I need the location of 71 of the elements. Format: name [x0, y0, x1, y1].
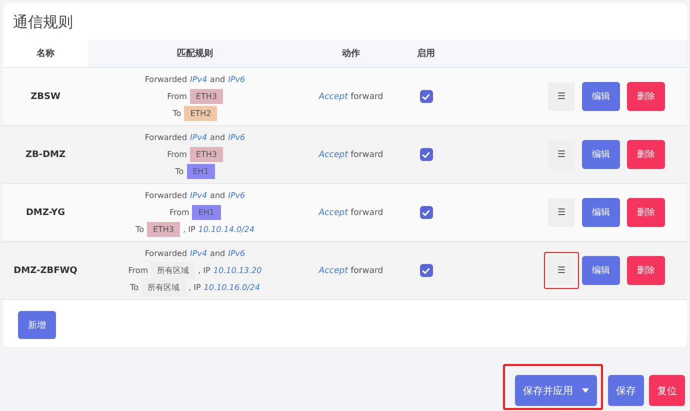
rule-text: , IP: [183, 225, 196, 234]
rule-action: Accept forward: [318, 208, 384, 218]
rule-text: From: [167, 150, 187, 159]
rule-text: , IP: [188, 283, 201, 292]
rule-value: IPv4: [190, 133, 208, 142]
rule-text: From: [128, 266, 148, 275]
save-apply-button[interactable]: 保存并应用: [514, 375, 597, 406]
delete-button[interactable]: 删除: [627, 140, 665, 169]
rule-value: IPv6: [228, 133, 246, 142]
rule-text: and: [210, 249, 226, 258]
reorder-button[interactable]: ☰: [548, 198, 575, 227]
rule-text: , IP: [198, 266, 210, 275]
rule-value: 10.10.14.0/24: [198, 225, 254, 234]
rule-value: IPv6: [228, 191, 246, 200]
section-title: 通信规则: [12, 12, 74, 33]
reset-button[interactable]: 复位: [649, 375, 685, 406]
edit-button[interactable]: 编辑: [582, 256, 620, 285]
enable-checkbox[interactable]: [420, 90, 432, 103]
rule-text: To: [136, 225, 144, 234]
rule-value: IPv6: [228, 249, 246, 258]
rule-action: Accept forward: [318, 92, 384, 102]
edit-button[interactable]: 编辑: [582, 82, 620, 111]
edit-button[interactable]: 编辑: [582, 198, 620, 227]
enable-checkbox[interactable]: [420, 264, 432, 277]
rule-text: To: [172, 109, 182, 118]
save-button[interactable]: 保存: [608, 375, 644, 406]
reorder-button[interactable]: ☰: [548, 256, 575, 285]
rule-text: Forwarded: [144, 133, 188, 142]
zone-tag: EH1: [192, 205, 220, 220]
reorder-button[interactable]: ☰: [548, 140, 575, 169]
rule-name: ZB-DMZ: [25, 150, 66, 160]
rule-value: IPv4: [190, 191, 208, 200]
rule-value: IPv6: [228, 75, 246, 84]
enable-checkbox[interactable]: [420, 148, 432, 161]
rule-text: Forwarded: [144, 191, 188, 200]
rule-action: Accept forward: [318, 266, 384, 276]
zone-tag: EH1: [186, 164, 215, 179]
zone-tag: ETH3: [190, 89, 223, 104]
caret-icon: [582, 388, 589, 394]
zone-tag: ETH3: [190, 147, 223, 162]
rule-value: 10.10.16.0/24: [204, 283, 260, 292]
rule-text: and: [210, 75, 226, 84]
zone-tag: 所有区域: [151, 262, 196, 279]
delete-button[interactable]: 删除: [627, 256, 665, 285]
rule-text: To: [130, 283, 138, 292]
delete-button[interactable]: 删除: [627, 82, 665, 111]
rule-text: Forwarded: [144, 249, 188, 258]
rule-action: Accept forward: [318, 150, 384, 160]
rule-text: Forwarded: [144, 75, 188, 84]
rule-name: DMZ-ZBFWQ: [14, 266, 78, 276]
zone-tag: ETH3: [146, 222, 180, 237]
rule-value: IPv4: [190, 75, 208, 84]
enable-checkbox[interactable]: [420, 206, 432, 219]
rule-name: ZBSW: [30, 92, 60, 102]
rule-text: From: [170, 208, 190, 217]
rule-text: and: [210, 133, 226, 142]
edit-button[interactable]: 编辑: [582, 140, 620, 169]
zone-tag: ETH2: [184, 106, 218, 121]
column-header: 动作: [302, 40, 400, 67]
rule-text: To: [175, 167, 184, 176]
column-header: 匹配规则: [88, 40, 302, 67]
rule-value: 10.10.13.20: [213, 266, 262, 275]
rule-value: IPv4: [190, 249, 208, 258]
rule-text: and: [210, 191, 226, 200]
rule-name: DMZ-YG: [26, 208, 66, 218]
column-header: 启用: [400, 40, 452, 67]
reorder-button[interactable]: ☰: [548, 82, 575, 111]
delete-button[interactable]: 删除: [627, 198, 665, 227]
zone-tag: 所有区域: [142, 279, 186, 296]
add-button[interactable]: 新增: [18, 311, 56, 339]
rule-text: From: [167, 92, 187, 101]
